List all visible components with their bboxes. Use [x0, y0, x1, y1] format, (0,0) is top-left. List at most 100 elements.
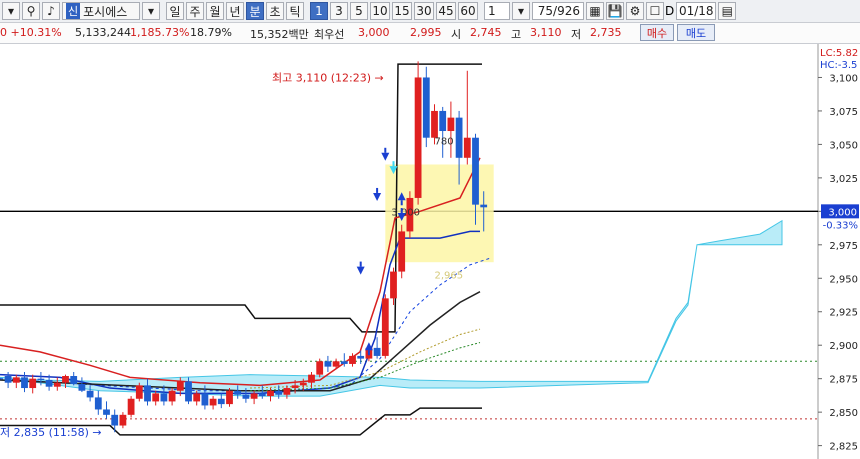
d-checkbox[interactable]: ☐ — [646, 2, 664, 20]
candle-body — [283, 388, 291, 395]
settings-button[interactable]: ⚙ — [626, 2, 644, 20]
candle-body — [332, 361, 340, 367]
current-change-label: -0.33% — [823, 220, 858, 231]
candle-body — [29, 378, 37, 389]
low-annotation: 저 2,835 (11:58) → — [0, 426, 102, 439]
candle-body — [119, 414, 127, 426]
candle-body — [144, 385, 151, 402]
interval-button-15[interactable]: 15 — [392, 2, 412, 20]
period-button[interactable]: 틱 — [286, 2, 304, 20]
candle-body — [176, 381, 184, 391]
candle-body — [390, 271, 397, 299]
candle-body — [480, 204, 488, 208]
period-button[interactable]: 주 — [186, 2, 204, 20]
volume-ratio: 1,185.73% — [130, 26, 190, 39]
candle-body — [267, 390, 274, 397]
candle-body — [94, 397, 102, 410]
low-price: 2,735 — [590, 26, 622, 39]
grid-button[interactable]: ▦ — [586, 2, 604, 20]
calendar-button[interactable]: ▤ — [718, 2, 737, 20]
axis-tick-label: 3,075 — [829, 107, 858, 118]
search-button[interactable]: ⚲ — [22, 2, 40, 20]
date-input[interactable]: 01/18 — [676, 2, 717, 20]
sell-button[interactable]: 매도 — [677, 24, 715, 41]
trade-amount: 15,352백만 — [250, 28, 309, 41]
interval-button-60[interactable]: 60 — [458, 2, 478, 20]
candle — [127, 396, 135, 418]
candle — [185, 377, 192, 405]
candle-body — [53, 382, 61, 387]
axis-tick-label: 2,925 — [829, 308, 858, 319]
candle-body — [12, 377, 20, 383]
candle-body — [168, 390, 176, 402]
period-buttons: 일주월년분초틱 — [164, 2, 304, 20]
candle-body — [86, 390, 94, 398]
lc-label: LC:5.82 — [820, 48, 858, 59]
period-button[interactable]: 분 — [246, 2, 264, 20]
period-button[interactable]: 년 — [226, 2, 244, 20]
axis-tick-label: 2,900 — [829, 341, 858, 352]
menu-dropdown[interactable]: ▾ — [2, 2, 20, 20]
interval-button-30[interactable]: 30 — [414, 2, 434, 20]
period-button[interactable]: 초 — [266, 2, 284, 20]
candle-body — [431, 110, 438, 138]
candle — [398, 224, 406, 279]
price-axis: 3,100 3,075 3,050 3,025 3,000 2,975 2,950 2,925… — [818, 44, 860, 459]
stock-name: 포시에스 — [83, 4, 128, 19]
price-chart[interactable]: 최고 3,110 (12:23) → 저 2,835 (11:58) → 3,000… — [0, 44, 860, 459]
sound-button[interactable]: ♪ — [42, 2, 60, 20]
candle-body — [62, 376, 69, 383]
candle-body — [242, 394, 250, 399]
interval-button-5[interactable]: 5 — [350, 2, 368, 20]
hc-label: HC:-3.5 — [820, 60, 857, 71]
candle-body — [275, 390, 283, 395]
high-label: 고 — [511, 28, 522, 41]
candle-body — [472, 137, 479, 205]
candle-body — [217, 398, 225, 405]
interval-button-3[interactable]: 3 — [330, 2, 348, 20]
save-icon: 💾 — [607, 4, 623, 18]
candle-body — [111, 414, 119, 426]
axis-tick-label: 2,825 — [829, 442, 858, 453]
candle-body — [78, 384, 86, 391]
count-input[interactable]: 75/926 — [532, 2, 584, 20]
candle-body — [152, 393, 160, 402]
interval-buttons: 1 3 5 10 15 30 45 60 — [308, 2, 478, 20]
search-icon: ⚲ — [26, 4, 36, 18]
candle — [414, 61, 422, 205]
box-bottom-label: 2,965 — [435, 270, 464, 281]
candle-body — [103, 409, 110, 415]
interval-input[interactable]: 1 — [484, 2, 510, 20]
candle-body — [21, 377, 28, 389]
interval-dropdown[interactable]: ▾ — [512, 2, 530, 20]
candle-body — [455, 117, 463, 158]
low-label: 저 — [571, 28, 582, 41]
axis-tick-label: 3,025 — [829, 174, 858, 185]
candle — [226, 388, 233, 407]
stock-name-field[interactable]: 신 포시에스 — [62, 2, 140, 20]
candle-body — [234, 390, 242, 395]
gear-icon: ⚙ — [629, 4, 641, 18]
chart-toolbar: ▾ ⚲ ♪ 신 포시에스 ▾ 일주월년분초틱 1 3 5 10 15 30 45 60 1 ▾… — [0, 0, 860, 23]
stock-dropdown[interactable]: ▾ — [142, 2, 160, 20]
save-button[interactable]: 💾 — [606, 2, 624, 20]
price-info-bar: 0 +10.31% 5,133,244 1,185.73% 18.79% 15,… — [0, 23, 860, 44]
period-button[interactable]: 일 — [166, 2, 184, 20]
interval-button-45[interactable]: 45 — [436, 2, 456, 20]
candle-body — [4, 376, 12, 383]
candle-body — [324, 361, 332, 367]
buy-button[interactable]: 매수 — [640, 24, 674, 41]
candle — [135, 382, 143, 402]
candle-body — [463, 137, 471, 158]
interval-button-10[interactable]: 10 — [370, 2, 390, 20]
candle-body — [193, 393, 201, 402]
interval-button-1[interactable]: 1 — [310, 2, 328, 20]
high-annotation: 최고 3,110 (12:23) → — [272, 71, 384, 84]
best-price-label: 최우선 — [314, 28, 345, 41]
period-button[interactable]: 월 — [206, 2, 224, 20]
candle — [316, 358, 324, 378]
candle-body — [160, 393, 168, 402]
turnover-rate: 18.79% — [190, 26, 232, 39]
open-price: 2,745 — [470, 26, 502, 39]
axis-tick-label: 2,875 — [829, 375, 858, 386]
